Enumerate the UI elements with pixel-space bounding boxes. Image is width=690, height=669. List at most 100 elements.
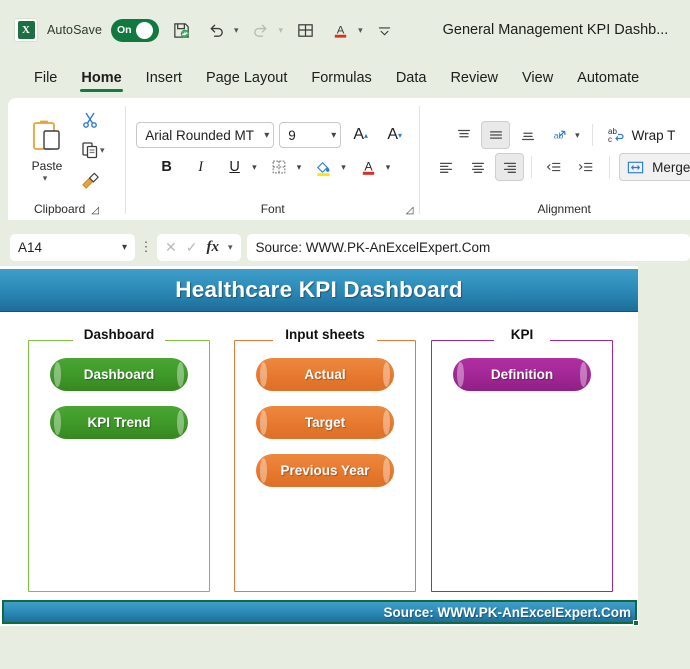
shrink-font-label: A — [387, 126, 399, 143]
wrap-text-button[interactable]: ab c Wrap T — [602, 121, 680, 149]
button-definition[interactable]: Definition — [453, 358, 591, 391]
font-row-bottom: B I U ▾ ▾ ▾ A ▾ — [152, 151, 393, 183]
borders-button[interactable] — [265, 153, 294, 181]
clipboard-dialog-launcher-icon[interactable]: ◿ — [91, 205, 99, 216]
insert-function-icon[interactable]: fx — [206, 239, 219, 256]
table-icon[interactable] — [292, 17, 318, 43]
tab-review[interactable]: Review — [438, 67, 510, 92]
borders-chevron-down-icon[interactable]: ▾ — [297, 162, 302, 173]
source-cell[interactable]: Source: WWW.PK-AnExcelExpert.Com — [2, 600, 639, 626]
align-bottom-icon — [521, 132, 534, 141]
bold-button[interactable]: B — [152, 153, 181, 181]
fill-color-chevron-down-icon[interactable]: ▾ — [341, 162, 346, 173]
group-label-input-sheets: Input sheets — [277, 327, 373, 342]
group-buttons-input-sheets: Actual Target Previous Year — [234, 358, 416, 487]
paste-icon — [33, 120, 60, 150]
worksheet-area: Healthcare KPI Dashboard Dashboard Dashb… — [0, 266, 690, 669]
orientation-icon: ab — [554, 130, 566, 140]
font-name-chevron-down-icon[interactable]: ▾ — [264, 130, 269, 141]
tab-insert[interactable]: Insert — [134, 67, 194, 92]
copy-dropdown-chevron-icon[interactable]: ▾ — [100, 145, 105, 156]
cut-button[interactable] — [80, 106, 105, 134]
formula-input[interactable]: Source: WWW.PK-AnExcelExpert.Com — [246, 233, 690, 261]
button-target[interactable]: Target — [256, 406, 394, 439]
button-dashboard-label: Dashboard — [83, 367, 155, 382]
name-box-value: A14 — [18, 239, 43, 255]
align-right-icon — [503, 162, 516, 173]
font-size-chevron-down-icon[interactable]: ▾ — [331, 130, 336, 141]
save-icon[interactable] — [168, 17, 194, 43]
increase-font-size-button[interactable]: A ▴ — [346, 121, 375, 149]
button-actual[interactable]: Actual — [256, 358, 394, 391]
fill-handle[interactable] — [633, 620, 639, 626]
paste-button[interactable]: Paste ▾ — [16, 116, 78, 184]
tab-automate[interactable]: Automate — [565, 67, 651, 92]
undo-icon[interactable] — [203, 17, 229, 43]
font-color-menu-chevron-down-icon[interactable]: ▾ — [386, 162, 391, 173]
align-right-button[interactable] — [495, 153, 525, 181]
align-center-button[interactable] — [463, 153, 492, 181]
confirm-formula-icon[interactable]: ✓ — [186, 239, 198, 256]
increase-indent-button[interactable] — [571, 153, 600, 181]
name-box-chevron-down-icon[interactable]: ▾ — [122, 242, 127, 253]
italic-button[interactable]: I — [186, 153, 215, 181]
underline-button[interactable]: U — [220, 153, 249, 181]
italic-label: I — [198, 158, 204, 175]
orientation-chevron-down-icon[interactable]: ▾ — [575, 130, 580, 141]
customize-quick-access-icon[interactable] — [372, 17, 398, 43]
format-painter-button[interactable] — [80, 166, 105, 194]
decrease-font-size-button[interactable]: A ▾ — [380, 121, 409, 149]
formula-bar-options-icon[interactable]: ⋮ — [135, 239, 157, 255]
font-dialog-launcher-icon[interactable]: ◿ — [406, 205, 414, 216]
svg-text:c: c — [608, 135, 612, 144]
formula-bar: A14 ▾ ⋮ ✕ ✓ fx ▾ Source: WWW.PK-AnExcelE… — [0, 228, 690, 266]
ribbon-tabs: File Home Insert Page Layout Formulas Da… — [0, 60, 690, 98]
orientation-button[interactable]: ab — [545, 121, 574, 149]
align-left-button[interactable] — [431, 153, 460, 181]
merge-and-center-button[interactable]: Merge — [619, 153, 690, 181]
button-definition-label: Definition — [490, 367, 554, 382]
copy-icon — [82, 142, 98, 159]
dashboard-title: Healthcare KPI Dashboard — [175, 277, 463, 302]
insert-function-chevron-down-icon[interactable]: ▾ — [228, 242, 233, 253]
align-top-button[interactable] — [449, 121, 478, 149]
name-box[interactable]: A14 ▾ — [10, 233, 135, 261]
font-color-button[interactable]: A — [354, 153, 383, 181]
font-size-combo[interactable]: 9 ▾ — [279, 122, 342, 148]
underline-chevron-down-icon[interactable]: ▾ — [252, 162, 257, 173]
fill-color-button[interactable] — [309, 153, 338, 181]
copy-button[interactable]: ▾ — [80, 136, 105, 164]
cancel-formula-icon[interactable]: ✕ — [165, 239, 177, 256]
excel-logo-icon: X — [14, 18, 38, 42]
tab-home[interactable]: Home — [69, 67, 133, 92]
font-name-combo[interactable]: Arial Rounded MT ▾ — [136, 122, 275, 148]
button-kpi-trend[interactable]: KPI Trend — [50, 406, 188, 439]
increase-indent-icon — [579, 162, 593, 172]
group-box-kpi: KPI Definition — [431, 327, 613, 592]
undo-dropdown-chevron-icon[interactable]: ▾ — [234, 25, 239, 36]
wrap-text-label: Wrap T — [631, 127, 676, 143]
tab-file[interactable]: File — [22, 67, 69, 92]
align-middle-button[interactable] — [481, 121, 511, 149]
font-color-dropdown-chevron-icon[interactable]: ▾ — [358, 25, 363, 36]
alignment-inner-separator — [591, 124, 593, 146]
excel-window: X AutoSave On ▾ ▾ A ▾ General Management… — [0, 0, 690, 669]
tab-formulas[interactable]: Formulas — [299, 67, 383, 92]
tab-page-layout[interactable]: Page Layout — [194, 67, 299, 92]
ribbon-group-alignment: ab ▾ ab c Wrap T Merge Alignment — [420, 98, 690, 220]
font-group-label: Font — [260, 202, 285, 216]
font-color-icon[interactable]: A — [327, 17, 353, 43]
autosave-toggle[interactable]: On — [111, 18, 160, 42]
tab-data[interactable]: Data — [384, 67, 439, 92]
tab-view[interactable]: View — [510, 67, 565, 92]
align-bottom-button[interactable] — [513, 121, 542, 149]
button-previous-year[interactable]: Previous Year — [256, 454, 394, 487]
group-buttons-dashboard: Dashboard KPI Trend — [28, 358, 210, 439]
paste-dropdown-chevron-icon[interactable]: ▾ — [43, 173, 48, 184]
grow-font-label: A — [353, 126, 365, 143]
decrease-indent-button[interactable] — [539, 153, 568, 181]
group-label-dashboard: Dashboard — [75, 327, 163, 342]
button-dashboard[interactable]: Dashboard — [50, 358, 188, 391]
button-target-label: Target — [304, 415, 346, 430]
font-color-icon: A — [362, 159, 374, 175]
